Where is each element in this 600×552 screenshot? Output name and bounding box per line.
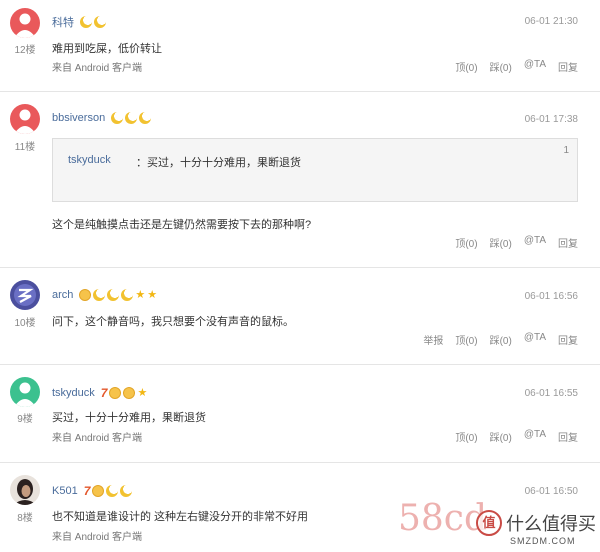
reply-button[interactable]: 回复: [558, 332, 578, 347]
downvote-button[interactable]: 踩(0): [490, 332, 512, 347]
level-seven-icon: 7: [100, 386, 108, 400]
moon-icon: [107, 289, 120, 301]
floor-number: 12楼: [14, 45, 36, 56]
comment-actions: 顶(0) 踩(0) @TA 回复: [455, 59, 578, 74]
comment-text: 也不知道是谁设计的 这种左右键没分开的非常不好用: [52, 511, 309, 523]
downvote-button[interactable]: 踩(0): [490, 429, 512, 444]
smzdm-domain: SMZDM.COM: [510, 536, 576, 546]
at-button[interactable]: @TA: [524, 332, 546, 347]
sun-icon: [123, 387, 136, 399]
username-text[interactable]: bbsiverson: [52, 112, 105, 124]
comment-actions: 顶(0) 踩(0) @TA 回复: [455, 429, 578, 444]
moon-icon: [120, 485, 133, 497]
comment-text: 难用到吃屎，低价转让: [52, 43, 162, 55]
avatar[interactable]: [10, 475, 40, 505]
comment-source[interactable]: 来自 Android 客户端: [52, 429, 142, 444]
username-text[interactable]: K501: [52, 485, 78, 497]
smzdm-logo-icon: 值: [476, 510, 502, 536]
comment-time: 06-01 16:55: [524, 388, 578, 399]
comment-9: 9楼 tskyduck 7 ★ 06-01 16:55 买过，十分十分难用，果断…: [0, 365, 600, 462]
quote-number: 1: [563, 145, 569, 156]
moon-icon: [93, 289, 106, 301]
star-icon: ★: [135, 289, 146, 301]
star-icon: ★: [147, 289, 158, 301]
watermark-58cd: 58cd: [398, 498, 488, 539]
report-button[interactable]: 举报: [423, 332, 443, 347]
avatar[interactable]: [10, 8, 40, 38]
sun-icon: [79, 289, 92, 301]
quoted-text: ：买过，十分十分难用，果断退货: [136, 157, 301, 169]
reply-button[interactable]: 回复: [558, 235, 578, 250]
avatar[interactable]: [10, 280, 40, 310]
username-text[interactable]: 科特: [52, 14, 74, 30]
username[interactable]: 科特: [52, 14, 106, 30]
avatar[interactable]: [10, 377, 40, 407]
comment-actions: 举报 顶(0) 踩(0) @TA 回复: [423, 332, 578, 347]
floor-number: 8楼: [17, 513, 33, 524]
moon-icon: [139, 112, 152, 124]
comment-text: 这个是纯触摸点击还是左键仍然需要按下去的那种啊?: [52, 219, 312, 231]
downvote-button[interactable]: 踩(0): [490, 235, 512, 250]
downvote-button[interactable]: 踩(0): [490, 59, 512, 74]
comment-12: 12楼 科特 06-01 21:30 难用到吃屎，低价转让 来自 Android…: [0, 0, 600, 92]
floor-number: 9楼: [17, 414, 33, 425]
quoted-username[interactable]: tskyduck: [68, 154, 111, 166]
comment-source[interactable]: 来自 Android 客户端: [52, 528, 142, 543]
at-button[interactable]: @TA: [524, 59, 546, 74]
username-text[interactable]: arch: [52, 289, 73, 301]
comment-11: 11楼 bbsiverson 06-01 17:38 tskyduck ：买过，…: [0, 92, 600, 267]
moon-icon: [121, 289, 134, 301]
floor-number: 11楼: [14, 142, 36, 153]
username[interactable]: tskyduck 7 ★: [52, 386, 147, 400]
floor-number: 10楼: [14, 318, 36, 329]
comment-source[interactable]: 来自 Android 客户端: [52, 59, 142, 74]
sun-icon: [109, 387, 122, 399]
watermark-smzdm: 值 什么值得买 SMZDM.COM: [476, 506, 598, 550]
star-icon: ★: [137, 387, 148, 399]
upvote-button[interactable]: 顶(0): [455, 59, 477, 74]
comment-text: 问下，这个静音吗，我只想要个没有声音的鼠标。: [52, 316, 294, 328]
comment-actions: 顶(0) 踩(0) @TA 回复: [455, 235, 578, 250]
level-seven-icon: 7: [83, 484, 91, 498]
avatar[interactable]: [10, 104, 40, 134]
at-button[interactable]: @TA: [524, 429, 546, 444]
username-text[interactable]: tskyduck: [52, 387, 95, 399]
moon-icon: [80, 16, 92, 28]
quoted-comment: tskyduck ：买过，十分十分难用，果断退货 1: [52, 138, 578, 202]
reply-button[interactable]: 回复: [558, 429, 578, 444]
moon-icon: [125, 112, 138, 124]
username[interactable]: K501 7: [52, 484, 133, 498]
comment-text: 买过，十分十分难用，果断退货: [52, 412, 206, 424]
moon-icon: [111, 112, 124, 124]
at-button[interactable]: @TA: [524, 235, 546, 250]
comment-time: 06-01 16:56: [524, 291, 578, 302]
upvote-button[interactable]: 顶(0): [455, 429, 477, 444]
username[interactable]: arch ★ ★: [52, 289, 157, 301]
sun-icon: [92, 485, 105, 497]
moon-icon: [94, 16, 106, 28]
reply-button[interactable]: 回复: [558, 59, 578, 74]
smzdm-text: 什么值得买: [506, 514, 596, 534]
upvote-button[interactable]: 顶(0): [455, 235, 477, 250]
comment-time: 06-01 21:30: [524, 16, 578, 27]
comment-time: 06-01 16:50: [524, 486, 578, 497]
upvote-button[interactable]: 顶(0): [455, 332, 477, 347]
comment-time: 06-01 17:38: [524, 114, 578, 125]
moon-icon: [106, 485, 119, 497]
comment-10: 10楼 arch ★ ★ 06-01 16:56 问下，这个静音吗，我只想要个没…: [0, 268, 600, 364]
username[interactable]: bbsiverson: [52, 112, 152, 124]
